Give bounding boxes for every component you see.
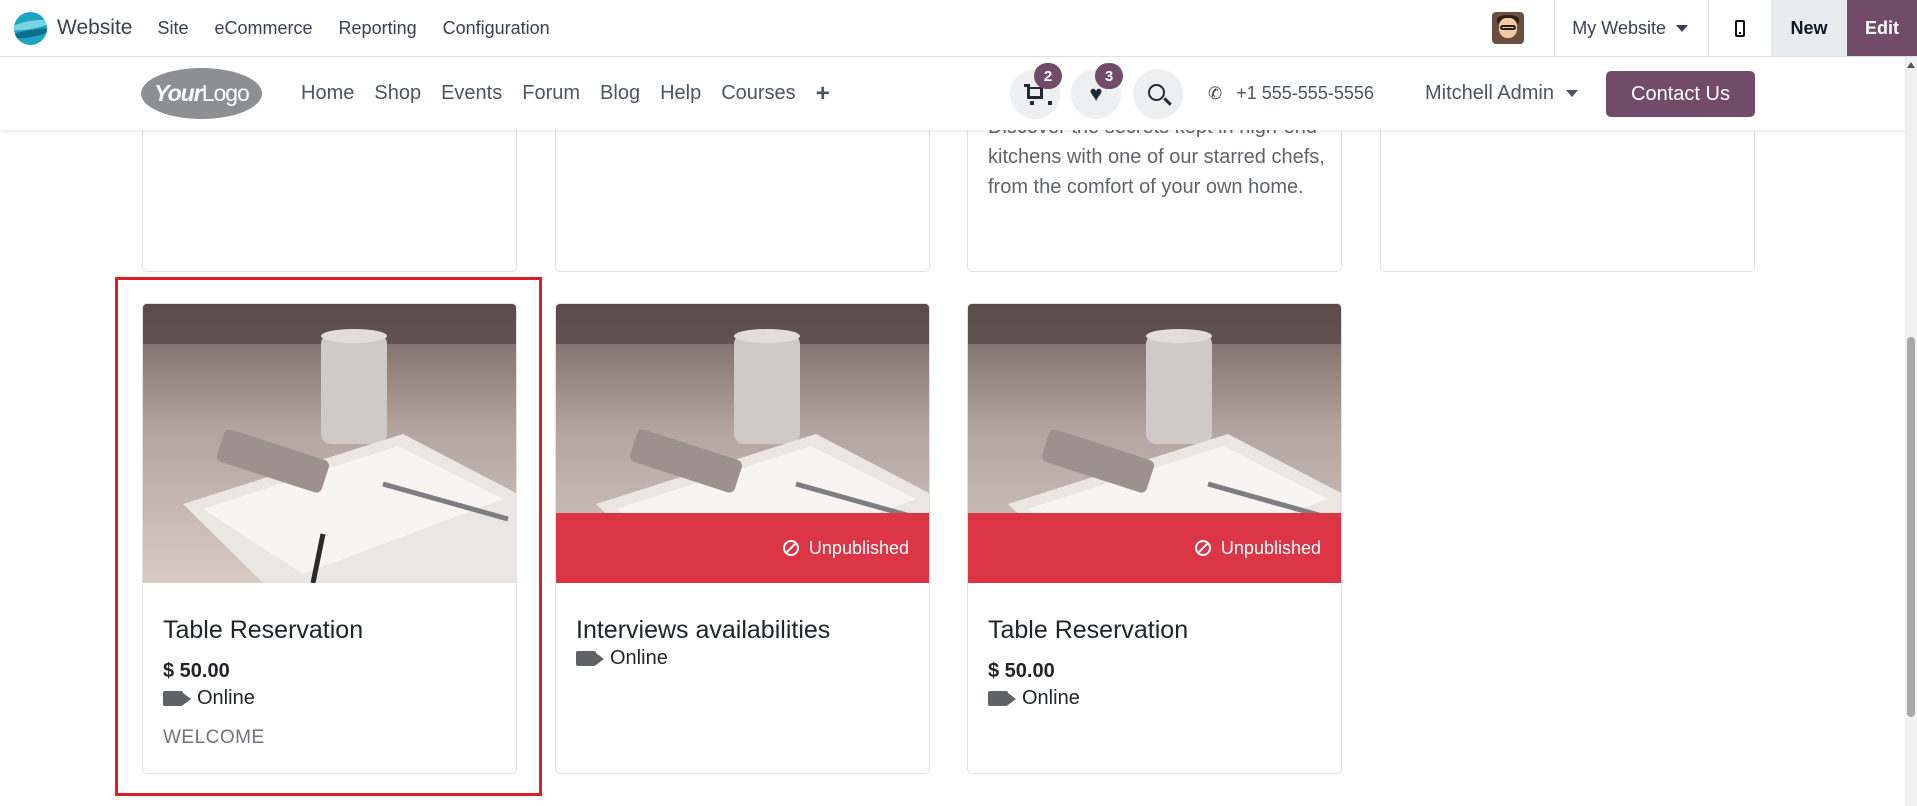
avatar[interactable] bbox=[1492, 12, 1525, 44]
nav-home[interactable]: Home bbox=[291, 82, 364, 105]
unpublished-ribbon: Unpublished bbox=[968, 513, 1341, 583]
ban-icon bbox=[1194, 540, 1211, 556]
phone-link[interactable]: ✆ +1 555-555-5556 bbox=[1208, 57, 1374, 130]
nav-shop[interactable]: Shop bbox=[364, 82, 431, 105]
cart-icon bbox=[1024, 84, 1052, 105]
ban-icon bbox=[782, 540, 799, 556]
appointment-card[interactable]: Unpublished Table Reservation $ 50.00 On… bbox=[967, 303, 1342, 774]
appointment-price: $ 50.00 bbox=[163, 660, 230, 682]
mobile-icon bbox=[1735, 19, 1745, 37]
location-label: Online bbox=[1022, 687, 1080, 709]
cart-count-badge: 2 bbox=[1034, 63, 1062, 89]
website-header: YourLogo Home Shop Events Forum Blog Hel… bbox=[0, 57, 1905, 130]
appointment-title[interactable]: Table Reservation bbox=[163, 616, 363, 645]
menu-reporting[interactable]: Reporting bbox=[326, 0, 430, 57]
new-button[interactable]: New bbox=[1771, 0, 1847, 56]
app-name: Website bbox=[57, 16, 133, 39]
appointment-price: $ 50.00 bbox=[988, 660, 1055, 682]
appointment-location: Online bbox=[163, 687, 255, 710]
website-selector[interactable]: My Website bbox=[1555, 18, 1708, 39]
appointment-card[interactable]: Unpublished Interviews availabilities On… bbox=[555, 303, 930, 774]
odoo-bar-actions: My Website New Edit bbox=[1492, 0, 1917, 56]
app-brand[interactable]: Website bbox=[14, 11, 133, 45]
chevron-down-icon bbox=[1676, 24, 1688, 32]
location-label: Online bbox=[610, 647, 668, 669]
phone-number: +1 555-555-5556 bbox=[1236, 83, 1374, 103]
appointment-title[interactable]: Interviews availabilities bbox=[576, 616, 830, 645]
video-camera-icon bbox=[576, 651, 596, 666]
chevron-down-icon bbox=[1565, 90, 1578, 97]
appointment-tag: WELCOME bbox=[163, 727, 265, 748]
contact-us-button[interactable]: Contact Us bbox=[1606, 71, 1755, 117]
user-menu[interactable]: Mitchell Admin bbox=[1425, 57, 1578, 130]
appointment-title[interactable]: Table Reservation bbox=[988, 616, 1188, 645]
wishlist-button[interactable]: ♥ 3 bbox=[1071, 63, 1123, 119]
video-camera-icon bbox=[988, 691, 1008, 706]
menu-site[interactable]: Site bbox=[144, 0, 201, 57]
nav-events[interactable]: Events bbox=[431, 82, 512, 105]
nav-blog[interactable]: Blog bbox=[590, 82, 650, 105]
nav-help[interactable]: Help bbox=[650, 82, 711, 105]
appointment-image bbox=[143, 304, 516, 583]
phone-icon: ✆ bbox=[1208, 83, 1223, 103]
plus-icon[interactable]: + bbox=[806, 80, 840, 108]
site-logo[interactable]: YourLogo bbox=[141, 68, 262, 119]
unpublished-ribbon: Unpublished bbox=[556, 513, 929, 583]
wishlist-count-badge: 3 bbox=[1095, 63, 1123, 89]
appointment-card[interactable]: Table Reservation $ 50.00 Online WELCOME bbox=[142, 303, 517, 774]
appointment-image: Unpublished bbox=[556, 304, 929, 583]
video-camera-icon bbox=[163, 691, 183, 706]
nav-forum[interactable]: Forum bbox=[512, 82, 590, 105]
edit-button[interactable]: Edit bbox=[1847, 0, 1917, 56]
location-label: Online bbox=[197, 687, 255, 709]
unpublished-label: Unpublished bbox=[1220, 537, 1321, 558]
appointment-location: Online bbox=[988, 687, 1080, 710]
website-selector-label: My Website bbox=[1572, 17, 1666, 38]
appointment-location: Online bbox=[576, 647, 668, 670]
menu-configuration[interactable]: Configuration bbox=[430, 0, 563, 57]
cart-button[interactable]: 2 bbox=[1010, 63, 1062, 119]
search-icon bbox=[1147, 83, 1165, 101]
site-nav: Home Shop Events Forum Blog Help Courses… bbox=[291, 57, 840, 130]
user-name: Mitchell Admin bbox=[1425, 82, 1554, 104]
search-button[interactable] bbox=[1133, 69, 1183, 119]
odoo-top-bar: Website Site eCommerce Reporting Configu… bbox=[0, 0, 1917, 57]
menu-ecommerce[interactable]: eCommerce bbox=[202, 0, 326, 57]
scroll-up-icon[interactable] bbox=[1907, 62, 1915, 68]
mobile-preview-button[interactable] bbox=[1709, 0, 1771, 56]
app-menu: Site eCommerce Reporting Configuration bbox=[144, 0, 562, 57]
scrollbar-thumb[interactable] bbox=[1907, 337, 1915, 717]
appointment-image: Unpublished bbox=[968, 304, 1341, 583]
website-app-icon bbox=[14, 11, 47, 45]
nav-courses[interactable]: Courses bbox=[711, 82, 805, 105]
unpublished-label: Unpublished bbox=[808, 537, 909, 558]
